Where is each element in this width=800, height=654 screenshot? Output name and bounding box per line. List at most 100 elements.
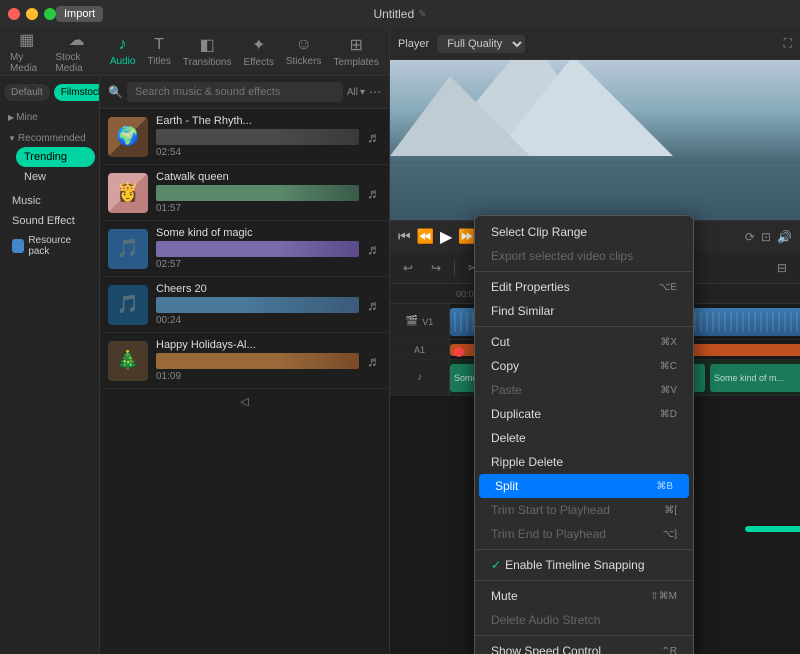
music-duration: 00:24 [156, 315, 359, 326]
sidebar-toggle-mine[interactable]: ▶ Mine [4, 109, 95, 126]
music-track-label: ♪ [390, 360, 450, 395]
import-button[interactable]: Import [56, 6, 103, 22]
sidebar-toggle-recommended[interactable]: ▼ Recommended [4, 130, 95, 147]
layout-button[interactable]: ⊟ [770, 256, 794, 280]
ctx-sep-1 [475, 271, 693, 272]
music-clip-3[interactable]: Some kind of m... [710, 364, 800, 392]
add-music-icon[interactable]: ♬ [367, 129, 381, 145]
video-preview [390, 60, 800, 220]
ctx-split[interactable]: Split ⌘B [479, 474, 689, 498]
ctx-find-similar[interactable]: Find Similar [475, 299, 693, 323]
sidebar-item-trending[interactable]: Trending [16, 147, 95, 167]
sidebar-item-music[interactable]: Music [4, 191, 95, 211]
ctx-cut[interactable]: Cut ⌘X [475, 330, 693, 354]
resource-pack-icon [12, 239, 24, 253]
undo-button[interactable]: ↩ [396, 256, 420, 280]
music-title: Earth - The Rhyth... [156, 115, 359, 127]
add-music-icon[interactable]: ♬ [367, 297, 381, 313]
search-input[interactable] [127, 82, 343, 102]
ctx-mute[interactable]: Mute ⇧⌘M [475, 584, 693, 608]
ctx-copy[interactable]: Copy ⌘C [475, 354, 693, 378]
sidebar-item-resource-pack[interactable]: Resource pack [4, 231, 95, 261]
tab-audio[interactable]: ♪ Audio [104, 32, 142, 71]
clip-marker [454, 347, 464, 357]
tab-media-label: My Media [10, 52, 43, 74]
music-item[interactable]: 👸 Catwalk queen 01:57 ♬ [100, 165, 389, 221]
music-duration: 01:57 [156, 203, 359, 214]
ctx-ripple-delete[interactable]: Ripple Delete [475, 450, 693, 474]
tab-my-media[interactable]: ▦ My Media [4, 26, 49, 78]
ctx-trim-start[interactable]: Trim Start to Playhead ⌘[ [475, 498, 693, 522]
music-waveform [156, 353, 359, 369]
redo-button[interactable]: ↪ [424, 256, 448, 280]
ctx-paste[interactable]: Paste ⌘V [475, 378, 693, 402]
search-filter[interactable]: All ▾ [347, 87, 365, 98]
crop-icon[interactable]: ⊡ [761, 230, 771, 244]
music-item[interactable]: 🎄 Happy Holidays-Al... 01:09 ♬ [100, 333, 389, 389]
ctx-export-selected: Export selected video clips [475, 244, 693, 268]
ctx-enable-snapping[interactable]: ✓Enable Timeline Snapping [475, 553, 693, 577]
tab-titles[interactable]: T Titles [141, 32, 177, 71]
volume-icon[interactable]: 🔊 [777, 230, 792, 244]
close-button[interactable] [8, 8, 20, 20]
tab-effects-label: Effects [243, 57, 273, 68]
window-controls [8, 8, 56, 20]
ctx-show-speed-control[interactable]: Show Speed Control ⌃R [475, 639, 693, 654]
quality-select[interactable]: Full Quality 1/2 Quality 1/4 Quality [437, 35, 525, 53]
ctx-sep-2 [475, 326, 693, 327]
sidebar-item-sound-effect[interactable]: Sound Effect [4, 211, 95, 231]
add-music-icon[interactable]: ♬ [367, 185, 381, 201]
tab-titles-label: Titles [147, 56, 171, 67]
play-button[interactable]: ▶ [440, 227, 452, 247]
skip-back-button[interactable]: ⏮ [398, 228, 411, 245]
music-waveform [156, 241, 359, 257]
music-waveform [156, 297, 359, 313]
ctx-trim-end[interactable]: Trim End to Playhead ⌥] [475, 522, 693, 546]
music-info: Earth - The Rhyth... 02:54 [156, 115, 359, 158]
music-waveform [156, 129, 359, 145]
more-options-icon[interactable]: ⋯ [369, 85, 381, 99]
ctx-select-clip-range[interactable]: Select Clip Range [475, 220, 693, 244]
ctx-sep-4 [475, 580, 693, 581]
ctx-duplicate[interactable]: Duplicate ⌘D [475, 402, 693, 426]
step-back-button[interactable]: ⏪ [417, 228, 434, 245]
preview-header: Player Full Quality 1/2 Quality 1/4 Qual… [390, 28, 800, 60]
ctx-delete-audio-stretch[interactable]: Delete Audio Stretch [475, 608, 693, 632]
ctx-edit-properties[interactable]: Edit Properties ⌥E [475, 275, 693, 299]
view-controls: ⟳ ⊡ 🔊 [745, 230, 792, 244]
add-music-icon[interactable]: ♬ [367, 241, 381, 257]
fullscreen-icon[interactable]: ⛶ [784, 36, 792, 51]
tab-templates[interactable]: ⊞ Templates [327, 31, 385, 72]
resource-pack-label: Resource pack [28, 235, 87, 257]
music-info: Happy Holidays-Al... 01:09 [156, 339, 359, 382]
tab-transitions[interactable]: ◧ Transitions [177, 31, 238, 72]
ctx-delete[interactable]: Delete [475, 426, 693, 450]
player-label: Player [398, 38, 429, 50]
music-duration: 02:54 [156, 147, 359, 158]
rotate-icon[interactable]: ⟳ [745, 230, 755, 244]
collapse-sidebar-btn[interactable]: ◁ [100, 389, 389, 414]
ctx-sep-3 [475, 549, 693, 550]
audio-track-label: A1 [390, 340, 450, 359]
music-item[interactable]: 🌍 Earth - The Rhyth... 02:54 ♬ [100, 109, 389, 165]
music-info: Cheers 20 00:24 [156, 283, 359, 326]
media-icon: ▦ [19, 30, 34, 50]
arrow-line [745, 526, 800, 532]
ctx-shortcut-e: ⌥E [659, 282, 677, 293]
tab-stock-media[interactable]: ☁ Stock Media [49, 26, 103, 78]
filter-default[interactable]: Default [4, 84, 50, 101]
maximize-button[interactable] [44, 8, 56, 20]
minimize-button[interactable] [26, 8, 38, 20]
tab-stickers[interactable]: ☺ Stickers [280, 32, 328, 71]
music-item[interactable]: 🎵 Some kind of magic 02:57 ♬ [100, 221, 389, 277]
arrow-icon: ▶ [8, 113, 14, 122]
ctx-shortcut-paste: ⌘V [660, 385, 677, 396]
add-music-icon[interactable]: ♬ [367, 353, 381, 369]
music-item[interactable]: 🎵 Cheers 20 00:24 ♬ [100, 277, 389, 333]
sidebar-item-new[interactable]: New [16, 167, 95, 187]
stickers-icon: ☺ [295, 36, 311, 54]
chevron-down-icon: ▾ [360, 87, 365, 98]
filter-filmstock[interactable]: Filmstock [54, 84, 100, 101]
tab-effects[interactable]: ✦ Effects [237, 31, 279, 72]
music-waveform [156, 185, 359, 201]
